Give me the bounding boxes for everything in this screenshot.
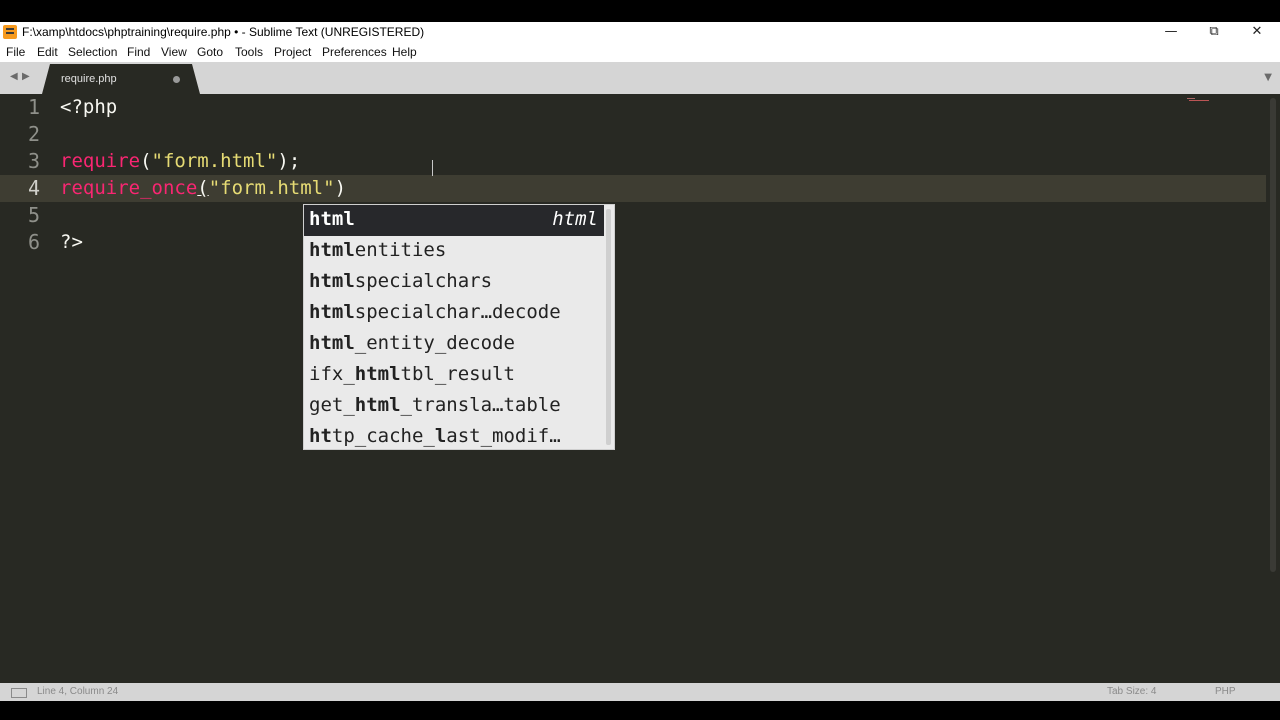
line-number: 1 [27,95,40,119]
minimap[interactable] [1187,98,1209,101]
menu-selection[interactable]: Selection [68,45,117,59]
minimize-icon[interactable]: — [1149,22,1193,43]
restore-icon[interactable]: ⧉ [1192,22,1236,43]
line-number: 3 [27,149,40,173]
tab-require-php[interactable]: require.php [42,64,200,94]
menu-find[interactable]: Find [127,45,150,59]
sublime-logo-icon [3,25,17,39]
close-paren: ); [277,150,301,172]
code-line-6: ?> [60,229,83,256]
line-number: 6 [27,230,40,254]
menu-file[interactable]: File [6,45,25,59]
line-number: 2 [27,122,40,146]
editor[interactable]: 1 2 3 4 5 6 <?php require("form.html"); … [0,94,1280,683]
code-line-4: require_once("form.html") [60,175,346,202]
php-close-tag: ?> [60,231,83,253]
window-title: F:\xamp\htdocs\phptraining\require.php •… [22,25,425,39]
menu-bar: File Edit Selection Find View Goto Tools… [0,43,1280,62]
menu-preferences[interactable]: Preferences [322,45,387,59]
tab-bar: ◀ ▶ require.php ▼ [0,62,1280,94]
line-number: 5 [27,203,40,227]
menu-project[interactable]: Project [274,45,311,59]
autocomplete-item[interactable]: html_entity_decode [304,329,604,360]
autocomplete-item[interactable]: htmlspecialchars [304,267,604,298]
menu-goto[interactable]: Goto [197,45,223,59]
open-paren: ( [197,177,209,199]
autocomplete-annotation: html [552,208,598,230]
autocomplete-item[interactable]: htmlentities [304,236,604,267]
letterbox-top [0,0,1280,22]
autocomplete-item[interactable]: ifx_htmltbl_result [304,360,604,391]
line-number-current: 4 [27,176,40,200]
tab-size-indicator[interactable]: Tab Size: 4 [1107,686,1156,697]
title-bar: F:\xamp\htdocs\phptraining\require.php •… [0,22,1280,43]
autocomplete-scrollbar[interactable] [606,209,611,445]
autocomplete-item[interactable]: get_html_transla…table [304,391,604,422]
close-paren: ) [334,177,347,199]
menu-help[interactable]: Help [392,45,417,59]
php-open-tag: <?php [60,96,118,118]
autocomplete-popup: html html htmlentities htmlspecialchars … [303,204,615,450]
close-icon[interactable]: ✕ [1235,22,1279,43]
code-line-3: require("form.html"); [60,148,300,175]
open-paren: ( [140,150,152,172]
menu-edit[interactable]: Edit [37,45,58,59]
cursor-position: Line 4, Column 24 [37,686,119,697]
status-bar: Line 4, Column 24 Tab Size: 4 PHP [0,683,1280,701]
tab-nav-left-icon[interactable]: ◀ [10,71,18,82]
menu-view[interactable]: View [161,45,187,59]
string-literal: "form.html" [151,150,278,172]
panel-toggle-icon[interactable] [11,688,27,698]
syntax-indicator[interactable]: PHP [1215,686,1236,697]
scrollbar-thumb[interactable] [1270,98,1276,572]
function-require-once: require_once [60,177,198,199]
tab-label: require.php [61,73,117,85]
unsaved-dot-icon[interactable] [173,76,180,83]
function-require: require [60,150,141,172]
autocomplete-item-selected[interactable]: html html [304,205,604,236]
letterbox-bottom [0,701,1280,720]
vertical-scrollbar[interactable] [1267,94,1280,683]
menu-tools[interactable]: Tools [235,45,263,59]
autocomplete-item[interactable]: http_cache_last_modif… [304,422,604,453]
code-line-1: <?php [60,94,117,121]
string-literal: "form.html" [208,177,335,199]
tab-dropdown-icon[interactable]: ▼ [1264,72,1272,83]
autocomplete-item[interactable]: htmlspecialchar…decode [304,298,604,329]
tab-nav-right-icon[interactable]: ▶ [22,71,30,82]
mouse-ibeam-cursor-icon [432,160,440,176]
